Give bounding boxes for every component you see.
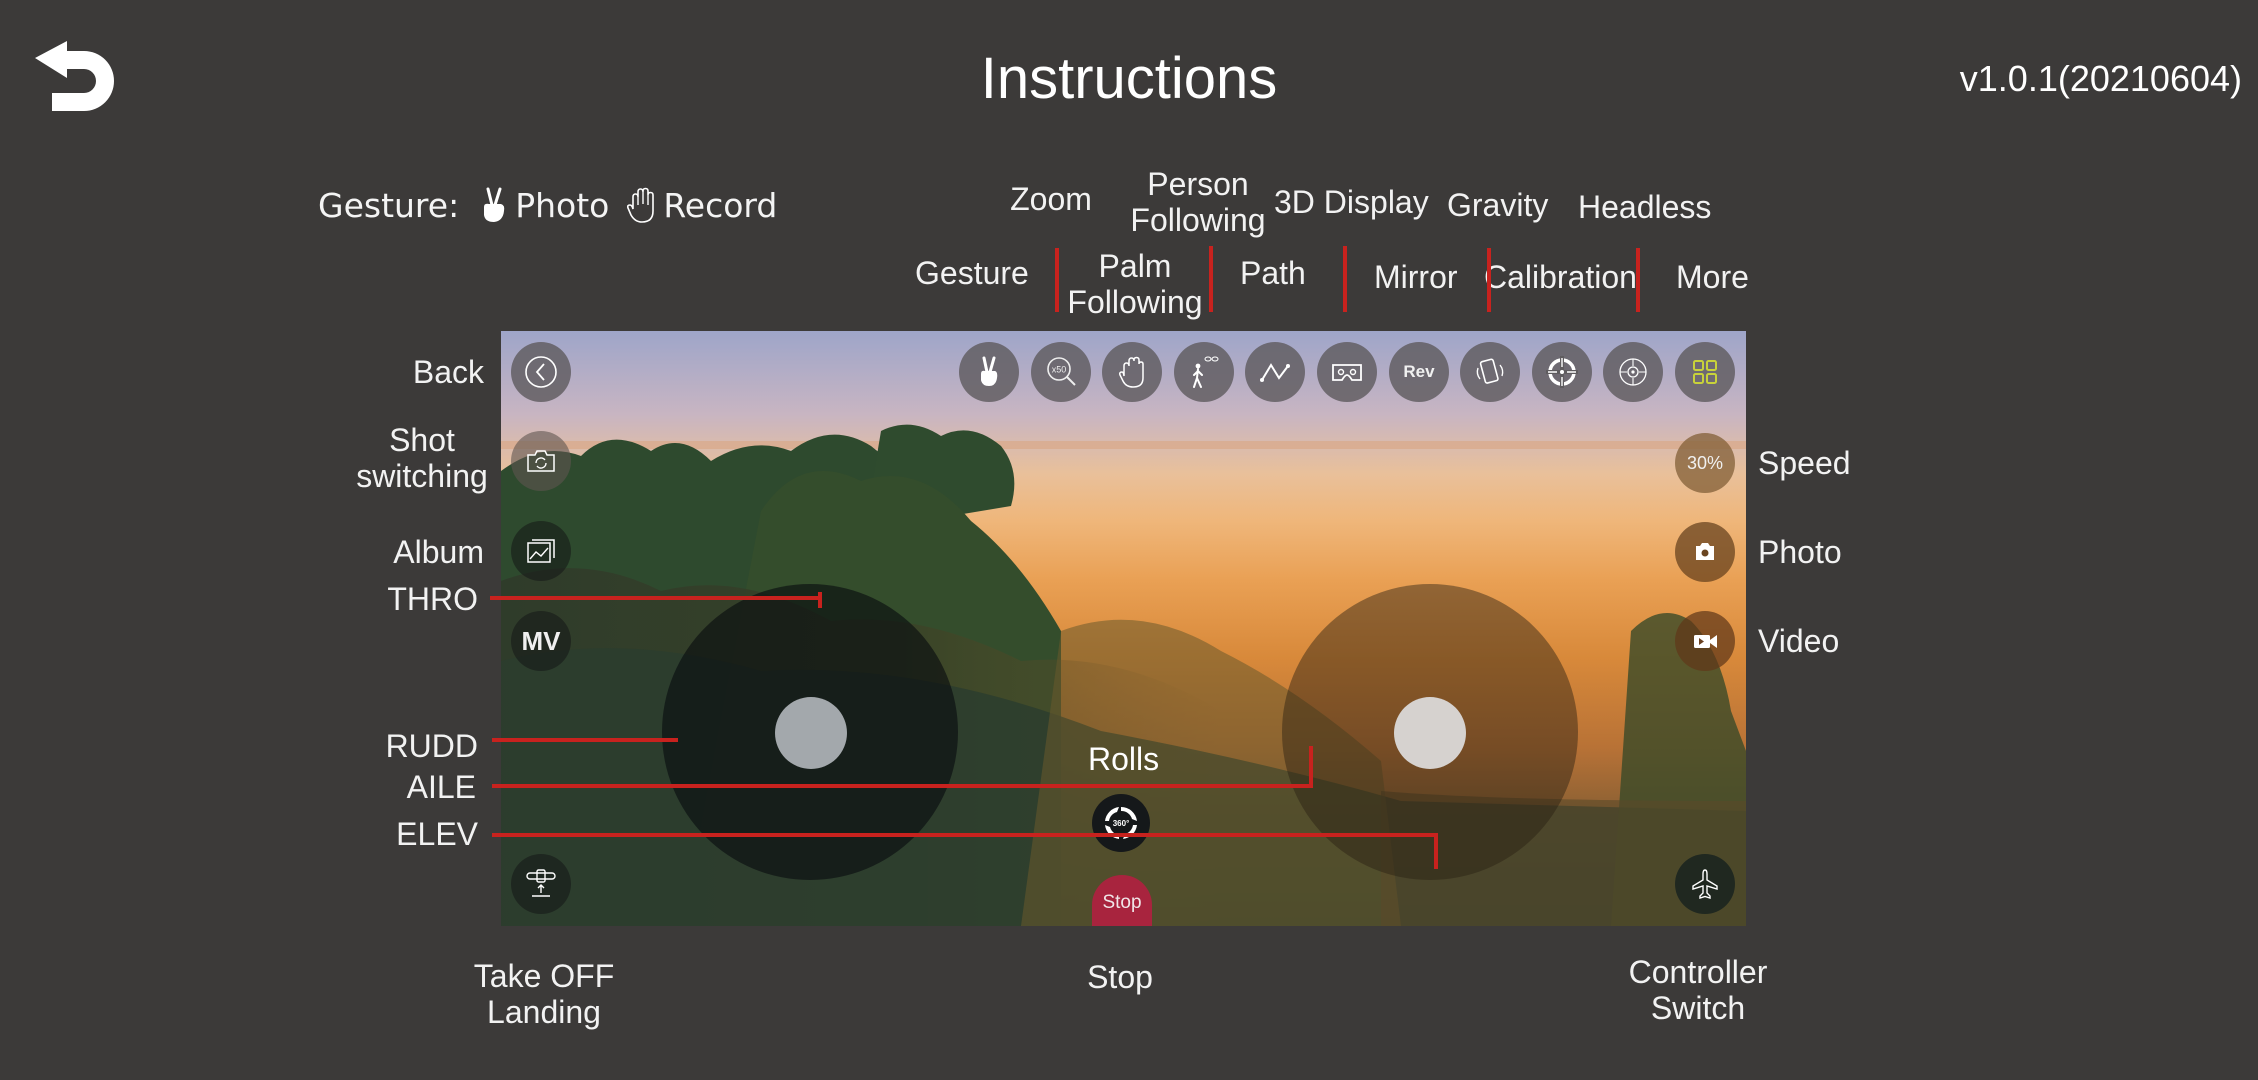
label-aile: AILE (406, 769, 476, 805)
camera-icon (1696, 543, 1714, 560)
album-button[interactable] (511, 521, 571, 581)
photo-button[interactable] (1675, 522, 1735, 582)
gesture-record-label: Record (663, 186, 778, 225)
phone-rotate-icon (1476, 358, 1504, 384)
toolbar-zoom-button[interactable]: x50 (1031, 342, 1091, 402)
toolbar-mirror-button[interactable]: Rev (1389, 342, 1449, 402)
marker-tick-thro (818, 592, 822, 608)
victory-hand-icon (981, 356, 998, 386)
label-gravity: Gravity (1447, 187, 1549, 223)
left-joystick-knob[interactable] (775, 697, 847, 769)
rolls-360-button[interactable]: 360° (1092, 794, 1150, 852)
label-3d-display: 3D Display (1274, 184, 1429, 220)
toolbar-path-button[interactable] (1245, 342, 1305, 402)
path-line-icon (1260, 363, 1290, 382)
victory-hand-icon (484, 187, 505, 222)
label-mirror: Mirror (1374, 259, 1458, 295)
video-camera-icon (1694, 635, 1717, 648)
album-image-icon (527, 539, 555, 563)
label-headless: Headless (1578, 189, 1712, 225)
right-joystick-knob[interactable] (1394, 697, 1466, 769)
back-button[interactable] (511, 342, 571, 402)
speed-value: 30% (1686, 452, 1724, 473)
label-path: Path (1240, 255, 1306, 291)
speed-button[interactable]: 30% (1675, 433, 1735, 493)
label-album: Album (393, 534, 484, 570)
takeoff-landing-icon (526, 869, 556, 897)
stop-button[interactable]: Stop (1092, 875, 1152, 926)
mv-button[interactable]: MV (511, 611, 571, 671)
version-label: v1.0.1(20210604) (1959, 58, 2242, 99)
label-elev: ELEV (396, 816, 478, 852)
mv-label: MV (521, 625, 561, 656)
zoom-x50-icon: x50 (1047, 357, 1076, 386)
camera-switch-icon (527, 450, 555, 472)
takeoff-landing-button[interactable] (511, 854, 571, 914)
marker-tick-elev (1434, 833, 1438, 869)
label-controller-switch: Controller Switch (1628, 954, 1768, 1026)
airplane-icon (1692, 869, 1718, 899)
marker-tick-aile (1309, 746, 1313, 788)
controller-switch-button[interactable] (1675, 854, 1735, 914)
label-stop: Stop (1087, 959, 1153, 995)
page-title: Instructions (980, 46, 1278, 111)
grid-four-icon (1693, 360, 1717, 384)
gesture-legend-label: Gesture: (318, 186, 460, 225)
person-walking-drone-icon (1193, 356, 1219, 388)
marker-line-aile (492, 784, 1312, 788)
crosshair-calibration-icon (1546, 356, 1578, 388)
video-button[interactable] (1675, 611, 1735, 671)
rev-icon: Rev (1403, 362, 1435, 381)
vr-goggles-icon (1332, 364, 1362, 381)
marker-line-thro (490, 596, 822, 600)
toolbar-more-button[interactable] (1675, 342, 1735, 402)
toolbar-palm-following-button[interactable] (1102, 342, 1162, 402)
marker-line-elev (492, 833, 1438, 837)
label-thro: THRO (387, 581, 478, 617)
rolls-label: Rolls (1088, 741, 1160, 777)
toolbar-gravity-button[interactable] (1460, 342, 1520, 402)
open-palm-icon (1119, 356, 1144, 388)
toolbar-calibration-button[interactable] (1532, 342, 1592, 402)
toolbar-3d-display-button[interactable] (1317, 342, 1377, 402)
label-back: Back (412, 354, 484, 390)
label-gesture: Gesture (915, 255, 1029, 291)
svg-text:x50: x50 (1052, 365, 1067, 375)
marker-line-palm (1209, 246, 1213, 312)
toolbar-person-following-button[interactable] (1174, 342, 1234, 402)
flip-360-icon: 360° (1105, 806, 1137, 839)
chevron-left-circle-icon (525, 356, 557, 388)
label-palm-following: Palm Following (1067, 248, 1203, 320)
open-palm-icon (627, 187, 655, 223)
gesture-photo-label: Photo (515, 186, 610, 225)
label-calibration: Calibration (1484, 259, 1637, 295)
shot-switching-button[interactable] (511, 431, 571, 491)
marker-line-calibration (1636, 248, 1640, 312)
svg-text:360°: 360° (1113, 819, 1130, 828)
label-speed: Speed (1758, 445, 1851, 481)
marker-line-path (1343, 246, 1347, 312)
marker-line-gesture (1055, 248, 1059, 312)
label-takeoff-landing: Take OFF Landing (473, 958, 615, 1030)
label-shot-switching: Shot switching (356, 422, 488, 494)
label-more: More (1676, 259, 1749, 295)
toolbar-headless-button[interactable] (1603, 342, 1663, 402)
label-zoom: Zoom (1010, 181, 1092, 217)
gesture-legend: Gesture: Photo Record (318, 186, 777, 226)
label-rudd: RUDD (385, 728, 478, 764)
marker-line-mirror (1487, 248, 1491, 312)
label-person-following: Person Following (1130, 166, 1266, 238)
toolbar-gesture-button[interactable] (959, 342, 1019, 402)
marker-line-rudd (492, 738, 678, 742)
compass-target-icon (1619, 358, 1647, 386)
label-photo: Photo (1758, 534, 1842, 570)
label-video: Video (1758, 623, 1840, 659)
